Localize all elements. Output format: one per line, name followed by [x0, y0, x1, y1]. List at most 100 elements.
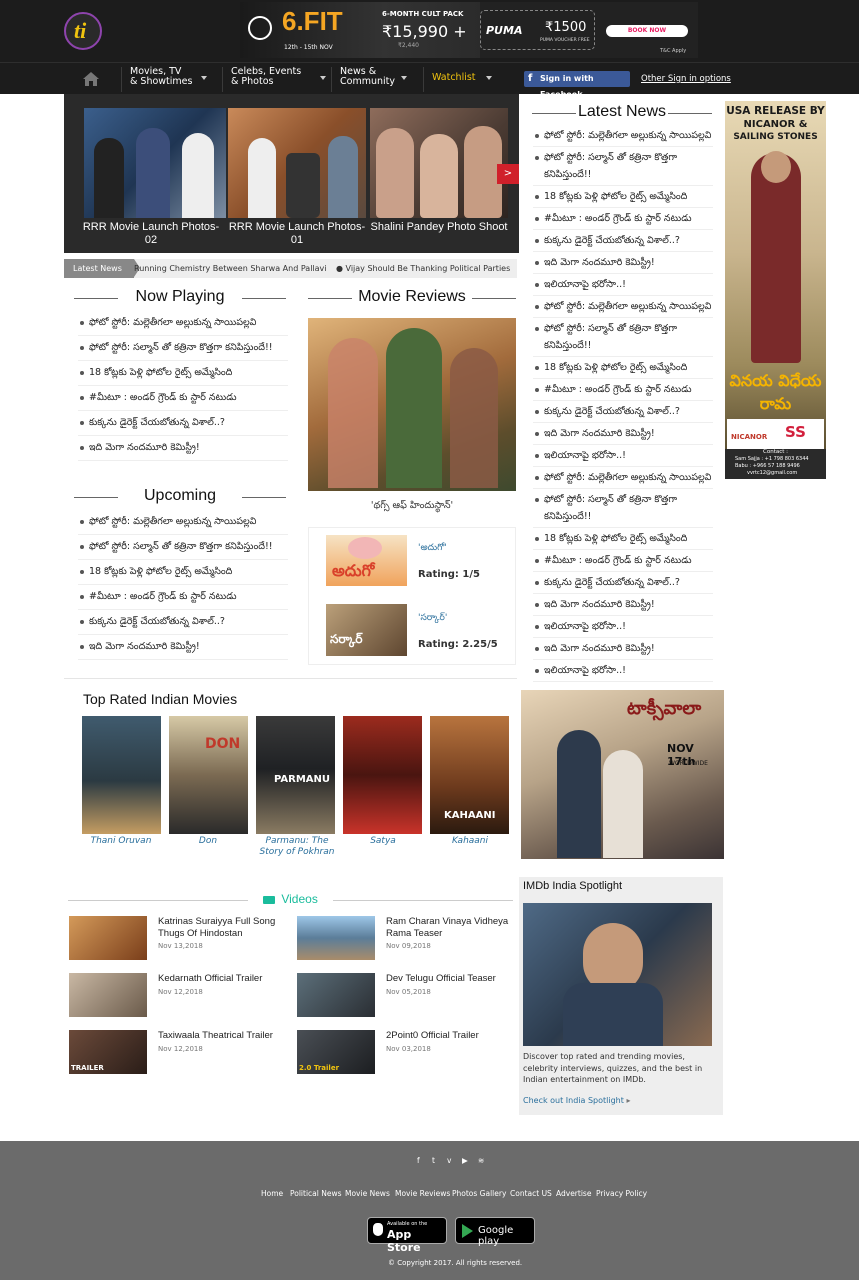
list-item[interactable]: 18 కోట్లకు పెళ్లి ఫోటోల రైట్స్ అమ్మేసింద… [533, 530, 713, 550]
footer-link-movie-news[interactable]: Movie News [345, 1189, 390, 1198]
rss-icon[interactable]: ≋ [478, 1156, 484, 1165]
nav-news-community[interactable]: News & Community [331, 67, 411, 92]
movie-poster-caption[interactable]: Satya [340, 836, 426, 847]
list-item[interactable]: #మీటూ : అండర్ గ్రౌండ్ కు స్టార్ నటుడు [533, 210, 713, 230]
list-item[interactable]: 18 కోట్లకు పెళ్లి ఫోటోల రైట్స్ అమ్మేసింద… [533, 359, 713, 379]
list-item[interactable]: ఫోటో స్టోరీ: మల్లెతీగలా అల్లుకున్న సాయిప… [533, 127, 713, 147]
list-item[interactable]: ఇలియానాపై భరోసా..! [533, 447, 713, 467]
list-item[interactable]: ఇది మెగా నందమూరి కెమిస్ట్రీ! [533, 425, 713, 445]
video-title[interactable]: Ram Charan Vinaya Vidheya Rama Teaser [386, 916, 516, 940]
list-item[interactable]: ఇలియానాపై భరోసా..! [533, 618, 713, 638]
home-icon[interactable] [82, 71, 100, 87]
slide-image-rrr-02[interactable] [84, 108, 226, 218]
list-item[interactable]: కుక్కను డైరెక్ట్ చేయబోతున్న విశాల్..? [533, 232, 713, 252]
youtube-icon[interactable]: ▶ [462, 1156, 468, 1165]
footer-link-contact[interactable]: Contact US [510, 1189, 552, 1198]
nav-movies-tv[interactable]: Movies, TV & Showtimes [121, 67, 211, 92]
imdb-spotlight-link[interactable]: Check out India Spotlight ▸ [523, 1096, 630, 1105]
list-item[interactable]: ఫోటో స్టోరీ: మల్లెతీగలా అల్లుకున్న సాయిప… [78, 314, 288, 336]
movie-poster[interactable]: DON [169, 716, 248, 834]
list-item[interactable]: కుక్కను డైరెక్ట్ చేయబోతున్న విశాల్..? [78, 613, 288, 635]
site-logo[interactable]: ti [64, 12, 102, 50]
list-item[interactable]: కుక్కను డైరెక్ట్ చేయబోతున్న విశాల్..? [78, 414, 288, 436]
side-ad-vinaya-vidheya-rama[interactable]: USA RELEASE BY NICANOR & SAILING STONES … [725, 101, 826, 479]
video-title[interactable]: Kedarnath Official Trailer [158, 973, 293, 985]
list-item[interactable]: ఫోటో స్టోరీ: సల్మాన్ తో కత్రినా కొత్తగా … [533, 491, 713, 528]
ticker-item[interactable]: ● Vijay Should Be Thanking Political Par… [336, 264, 510, 273]
imdb-spotlight-image[interactable] [523, 903, 712, 1046]
list-item[interactable]: ఫోటో స్టోరీ: సల్మాన్ తో కత్రినా కొత్తగా … [78, 538, 288, 560]
footer-link-home[interactable]: Home [261, 1189, 283, 1198]
video-thumb[interactable] [297, 973, 375, 1017]
review-thumb[interactable]: సర్కార్ [326, 604, 407, 656]
list-item[interactable]: 18 కోట్లకు పెళ్లి ఫోటోల రైట్స్ అమ్మేసింద… [78, 563, 288, 585]
movie-poster-caption[interactable]: Don [165, 836, 251, 847]
list-item[interactable]: #మీటూ : అండర్ గ్రౌండ్ కు స్టార్ నటుడు [533, 552, 713, 572]
video-title[interactable]: Katrinas Suraiyya Full Song Thugs Of Hin… [158, 916, 293, 940]
movie-poster[interactable] [82, 716, 161, 834]
list-item[interactable]: 18 కోట్లకు పెళ్లి ఫోటోల రైట్స్ అమ్మేసింద… [533, 188, 713, 208]
ticker-item[interactable]: Running Chemistry Between Sharwa And Pal… [134, 264, 327, 273]
taxiwaala-ad[interactable]: టాక్సీవాలా NOV 17th WORLDWIDE [521, 690, 724, 859]
list-item[interactable]: ఇది మెగా నందమూరి కెమిస్ట్రీ! [533, 254, 713, 274]
list-item[interactable]: #మీటూ : అండర్ గ్రౌండ్ కు స్టార్ నటుడు [78, 588, 288, 610]
facebook-icon[interactable]: f [417, 1156, 420, 1165]
movie-poster-caption[interactable]: Thani Oruvan [78, 836, 164, 847]
movie-poster[interactable]: KAHAANI [430, 716, 509, 834]
list-item[interactable]: ఫోటో స్టోరీ: మల్లెతీగలా అల్లుకున్న సాయిప… [533, 298, 713, 318]
slider-next-button[interactable]: > [497, 164, 519, 184]
movie-poster-caption[interactable]: Parmanu: The Story of Pokhran [254, 836, 340, 858]
movie-poster[interactable] [343, 716, 422, 834]
list-item[interactable]: ఫోటో స్టోరీ: మల్లెతీగలా అల్లుకున్న సాయిప… [533, 469, 713, 489]
movie-poster-caption[interactable]: Kahaani [427, 836, 513, 847]
review-thumb[interactable]: అదుగో [326, 535, 407, 586]
review-main-caption[interactable]: 'థగ్స్ ఆఫ్ హిందుస్థాన్' [308, 500, 516, 513]
video-title[interactable]: Taxiwaala Theatrical Trailer [158, 1030, 293, 1042]
nav-celebs-events[interactable]: Celebs, Events & Photos [222, 67, 330, 92]
footer-link-photos-gallery[interactable]: Photos Gallery [452, 1189, 506, 1198]
footer-link-movie-reviews[interactable]: Movie Reviews [395, 1189, 450, 1198]
twitter-icon[interactable]: t [432, 1156, 435, 1165]
slide-image-shalini[interactable] [370, 108, 508, 218]
other-signin-link[interactable]: Other Sign in options [641, 74, 731, 84]
slide-caption[interactable]: RRR Movie Launch Photos-01 [228, 221, 366, 247]
list-item[interactable]: ఇది మెగా నందమూరి కెమిస్ట్రీ! [533, 640, 713, 660]
list-item[interactable]: 18 కోట్లకు పెళ్లి ఫోటోల రైట్స్ అమ్మేసింద… [78, 364, 288, 386]
list-item[interactable]: ఇది మెగా నందమూరి కెమిస్ట్రీ! [78, 638, 288, 660]
book-now-button[interactable]: BOOK NOW [606, 25, 688, 37]
vimeo-icon[interactable]: v [447, 1156, 451, 1165]
video-title[interactable]: 2Point0 Official Trailer [386, 1030, 516, 1042]
review-main-poster[interactable] [308, 318, 516, 491]
list-item[interactable]: ఫోటో స్టోరీ: మల్లెతీగలా అల్లుకున్న సాయిప… [78, 513, 288, 535]
list-item[interactable]: ఫోటో స్టోరీ: సల్మాన్ తో కత్రినా కొత్తగా … [78, 339, 288, 361]
list-item[interactable]: కుక్కను డైరెక్ట్ చేయబోతున్న విశాల్..? [533, 403, 713, 423]
video-thumb[interactable] [297, 916, 375, 960]
list-item[interactable]: ఫోటో స్టోరీ: సల్మాన్ తో కత్రినా కొత్తగా … [533, 149, 713, 186]
google-play-button[interactable]: Google play [455, 1217, 535, 1247]
list-item[interactable]: కుక్కను డైరెక్ట్ చేయబోతున్న విశాల్..? [533, 574, 713, 594]
video-thumb[interactable] [69, 973, 147, 1017]
review-title[interactable]: 'అదుగో' [418, 543, 447, 555]
video-thumb[interactable] [69, 916, 147, 960]
slide-caption[interactable]: RRR Movie Launch Photos-02 [82, 221, 220, 247]
header-banner-ad[interactable]: 6.FIT 12th - 15th NOV 6-MONTH CULT PACK … [240, 2, 698, 58]
list-item[interactable]: #మీటూ : అండర్ గ్రౌండ్ కు స్టార్ నటుడు [533, 381, 713, 401]
list-item[interactable]: ఇది మెగా నందమూరి కెమిస్ట్రీ! [533, 596, 713, 616]
footer-link-advertise[interactable]: Advertise [556, 1189, 591, 1198]
video-thumb[interactable]: TRAILER [69, 1030, 147, 1074]
footer-link-political-news[interactable]: Political News [290, 1189, 342, 1198]
app-store-button[interactable]: Available on the App Store [367, 1217, 447, 1254]
slide-image-rrr-01[interactable] [228, 108, 366, 218]
list-item[interactable]: #మీటూ : అండర్ గ్రౌండ్ కు స్టార్ నటుడు [78, 389, 288, 411]
nav-watchlist[interactable]: Watchlist [423, 67, 496, 92]
video-thumb[interactable]: 2.0 Trailer [297, 1030, 375, 1074]
list-item[interactable]: ఇలియానాపై భరోసా..! [533, 662, 713, 682]
slide-caption[interactable]: Shalini Pandey Photo Shoot [370, 221, 508, 234]
list-item[interactable]: ఫోటో స్టోరీ: సల్మాన్ తో కత్రినా కొత్తగా … [533, 320, 713, 357]
list-item[interactable]: ఇలియానాపై భరోసా..! [533, 276, 713, 296]
list-item[interactable]: ఇది మెగా నందమూరి కెమిస్ట్రీ! [78, 439, 288, 461]
movie-poster[interactable]: PARMANU [256, 716, 335, 834]
video-title[interactable]: Dev Telugu Official Teaser [386, 973, 516, 985]
facebook-signin-button[interactable]: f Sign in with Facebook [524, 71, 630, 99]
footer-link-privacy[interactable]: Privacy Policy [596, 1189, 647, 1198]
